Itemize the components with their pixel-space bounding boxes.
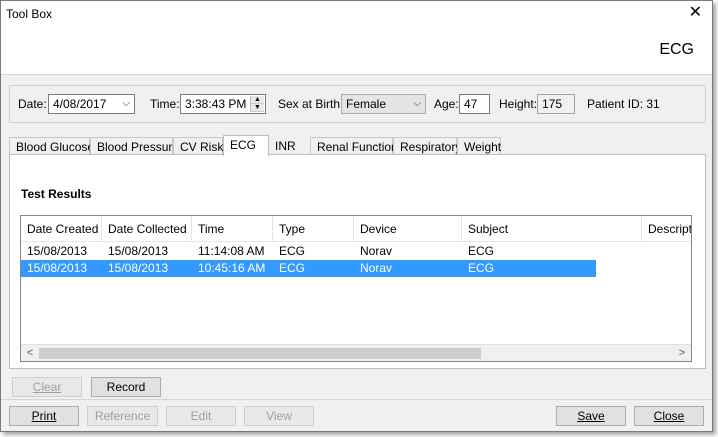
chevron-down-icon[interactable]: ⌵ (413, 97, 421, 111)
print-label: Print (31, 408, 57, 423)
view-button[interactable]: View (244, 406, 314, 426)
column-time[interactable]: Time (192, 216, 273, 242)
tab-blood-pressure[interactable]: Blood Pressure (90, 137, 179, 155)
test-results-list[interactable]: Date Created Date Collected Time Type De… (20, 215, 692, 362)
tab-ecg[interactable]: ECG (223, 135, 269, 156)
ecg-tab-panel: Test Results Date Created Date Collected… (9, 154, 706, 369)
spin-up-icon[interactable]: ▲ (251, 96, 264, 104)
sex-label: Sex at Birth: (278, 97, 344, 111)
patient-info-panel: Date: 4/08/2017 ⌵ Time: 3:38:43 PM ▲ ▼ Se… (9, 85, 706, 123)
edit-label: Edit (190, 408, 212, 423)
tab-renal-function[interactable]: Renal Function (310, 137, 398, 155)
height-label: Height: (499, 97, 538, 111)
column-date-collected[interactable]: Date Collected (102, 216, 192, 242)
view-label: View (266, 408, 292, 423)
age-label: Age: (434, 97, 459, 111)
chevron-down-icon[interactable]: ⌵ (122, 97, 130, 111)
time-value: 3:38:43 PM (185, 97, 247, 111)
cell-device: Norav (360, 261, 393, 275)
cell-type: ECG (279, 244, 306, 258)
record-button[interactable]: Record (91, 377, 161, 397)
record-label: Record (106, 379, 146, 394)
section-title: Test Results (21, 187, 92, 201)
time-spinner[interactable]: ▲ ▼ (250, 96, 264, 112)
cell-date-created: 15/08/2013 (27, 261, 88, 275)
time-input[interactable]: 3:38:43 PM ▲ ▼ (180, 94, 266, 114)
close-label: Close (653, 408, 685, 423)
close-icon[interactable]: ✕ (689, 5, 702, 21)
tab-weight[interactable]: Weight (457, 137, 501, 155)
footer-divider (1, 399, 712, 400)
tab-blood-glucose[interactable]: Blood Glucose (9, 137, 94, 155)
sex-select[interactable]: Female ⌵ (341, 94, 426, 114)
date-picker[interactable]: 4/08/2017 ⌵ (48, 94, 135, 114)
age-value: 47 (464, 97, 478, 111)
cell-date-collected: 15/08/2013 (108, 261, 169, 275)
table-row[interactable]: 15/08/2013 15/08/2013 11:14:08 AM ECG No… (21, 243, 596, 260)
print-button[interactable]: Print (9, 406, 79, 426)
cell-subject: ECG (468, 244, 495, 258)
column-date-created[interactable]: Date Created (21, 216, 102, 242)
clear-button[interactable]: Clear (12, 377, 82, 397)
toolbox-window: Tool Box ✕ ECG Date: 4/08/2017 ⌵ Time: 3… (0, 0, 713, 432)
column-description[interactable]: Descripti (642, 216, 691, 242)
patient-id: Patient ID: 31 (587, 97, 660, 111)
sex-value: Female (346, 97, 387, 111)
header-title: ECG (659, 41, 694, 58)
cell-type: ECG (279, 261, 306, 275)
time-label: Time: (150, 97, 180, 111)
cell-date-created: 15/08/2013 (27, 244, 88, 258)
height-value: 175 (542, 97, 563, 111)
header-band: ECG (1, 29, 712, 75)
column-device[interactable]: Device (354, 216, 462, 242)
edit-button[interactable]: Edit (166, 406, 236, 426)
save-label: Save (577, 408, 605, 423)
save-button[interactable]: Save (556, 406, 626, 426)
cell-time: 10:45:16 AM (198, 261, 266, 275)
scrollbar-thumb[interactable] (39, 348, 481, 359)
tab-respiratory[interactable]: Respiratory (393, 137, 461, 155)
cell-device: Norav (360, 244, 393, 258)
cell-time: 11:14:08 AM (198, 244, 265, 258)
clear-label: Clear (32, 379, 62, 394)
tab-inr[interactable]: INR (269, 137, 310, 155)
cell-date-collected: 15/08/2013 (108, 244, 169, 258)
column-subject[interactable]: Subject (462, 216, 642, 242)
date-label: Date: (18, 97, 47, 111)
height-field[interactable]: 175 (537, 94, 575, 114)
list-header: Date Created Date Collected Time Type De… (21, 216, 691, 242)
date-value: 4/08/2017 (53, 97, 107, 111)
title-bar: Tool Box ✕ (1, 1, 712, 29)
tab-cv-risk[interactable]: CV Risk (173, 137, 223, 155)
scroll-right-icon[interactable]: > (675, 347, 689, 359)
reference-label: Reference (94, 408, 151, 423)
horizontal-scrollbar[interactable]: < > (21, 344, 691, 361)
cell-subject: ECG (468, 261, 495, 275)
table-row-selected[interactable]: 15/08/2013 15/08/2013 10:45:16 AM ECG No… (21, 260, 596, 277)
scroll-left-icon[interactable]: < (23, 347, 37, 359)
column-type[interactable]: Type (273, 216, 354, 242)
reference-button[interactable]: Reference (87, 406, 158, 426)
close-button[interactable]: Close (634, 406, 704, 426)
spin-down-icon[interactable]: ▼ (251, 104, 264, 112)
age-field[interactable]: 47 (459, 94, 490, 114)
window-title: Tool Box (6, 7, 53, 21)
